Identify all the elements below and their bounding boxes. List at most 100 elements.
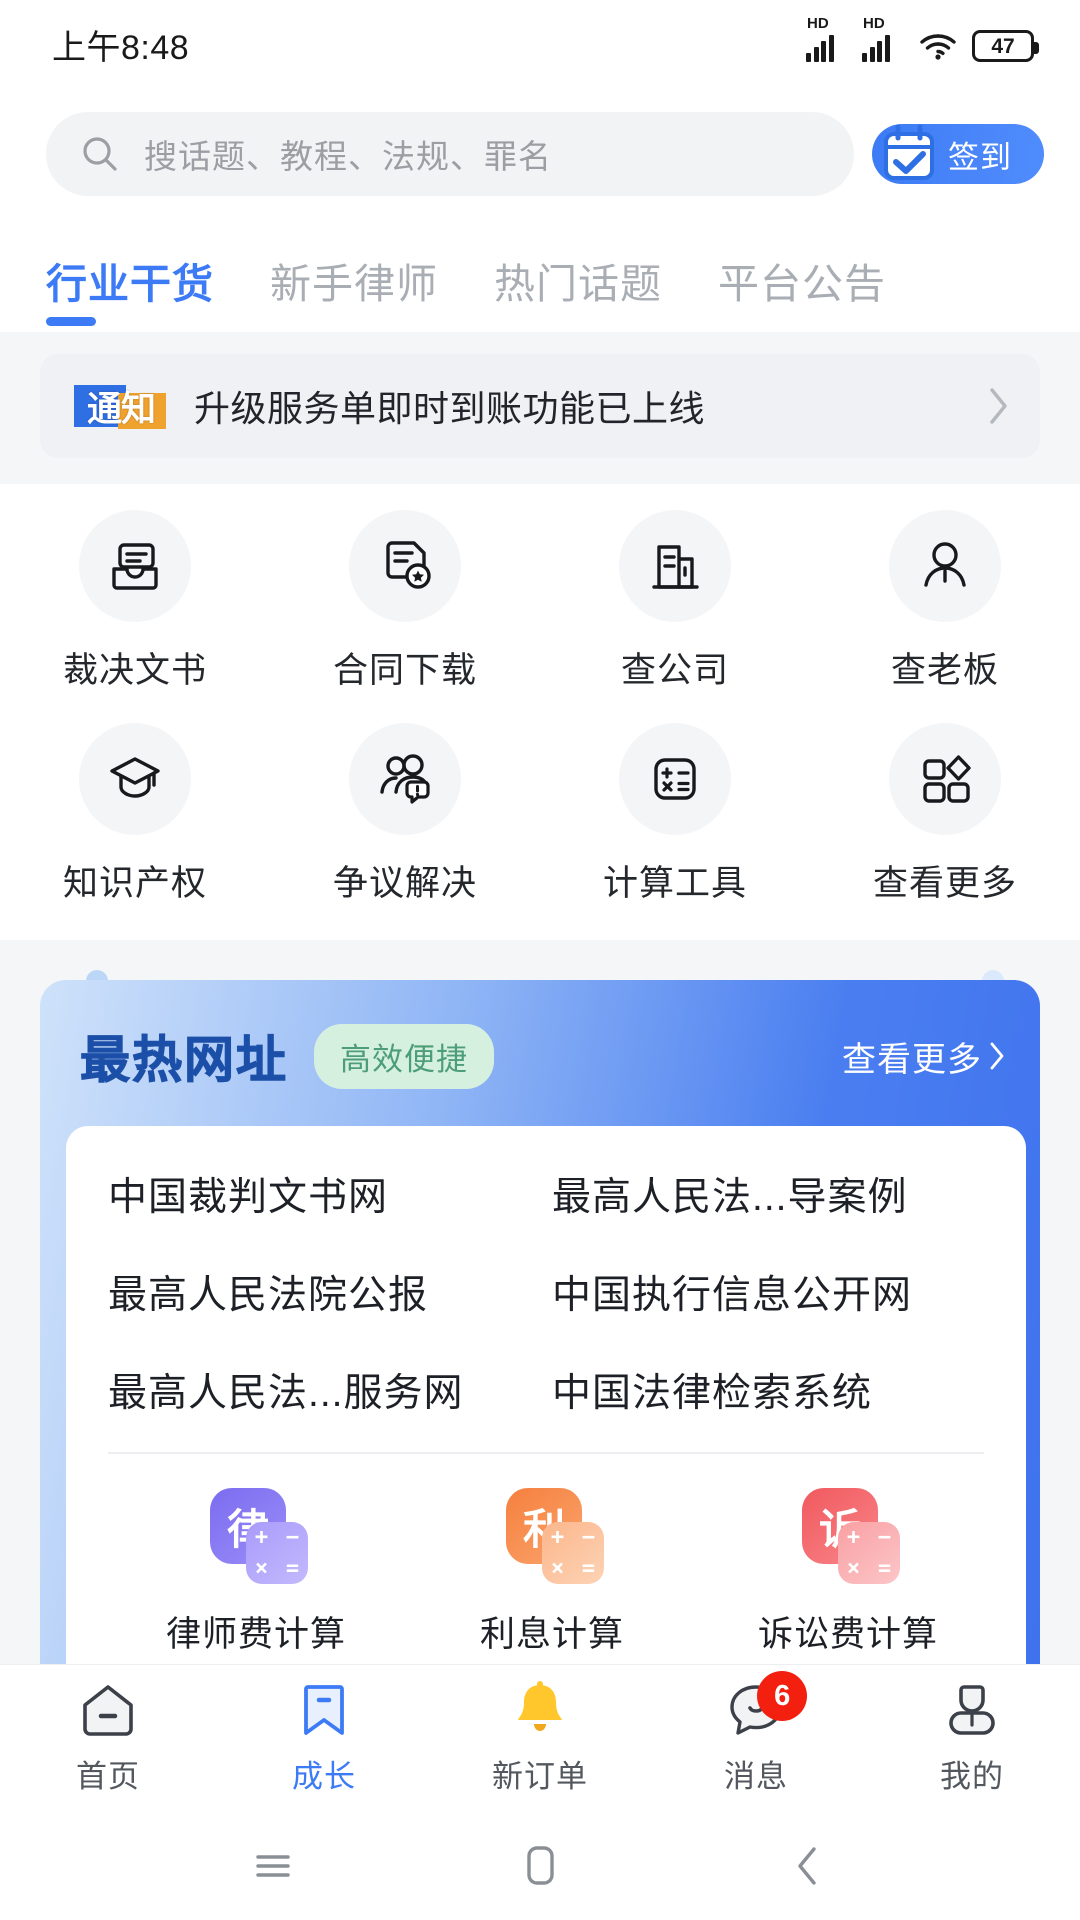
bottom-nav-profile[interactable]: 我的 (864, 1681, 1080, 1796)
bottom-nav-label: 成长 (292, 1759, 356, 1794)
home-icon (78, 1681, 138, 1739)
graduation-cap-icon (79, 723, 191, 835)
hot-site-link[interactable]: 最高人民法...服务网 (108, 1362, 552, 1418)
building-icon (619, 510, 731, 622)
quick-action-label: 查公司 (620, 651, 729, 690)
notice-banner[interactable]: 通知 升级服务单即时到账功能已上线 (40, 354, 1040, 458)
people-alert-icon (349, 723, 461, 835)
quick-action-judgment-documents[interactable]: 裁决文书 (0, 510, 270, 693)
category-tabs: 行业干货 新手律师 热门话题 平台公告 (0, 216, 1080, 332)
tab-new-lawyer[interactable]: 新手律师 (270, 250, 438, 332)
chevron-right-icon (990, 388, 1007, 424)
hot-site-link[interactable]: 中国执行信息公开网 (552, 1264, 996, 1320)
hot-sites-tag: 高效便捷 (314, 1023, 494, 1089)
quick-action-company-lookup[interactable]: 查公司 (540, 510, 810, 693)
status-icon-group: HD HD 47 (806, 16, 1039, 62)
quick-action-label: 合同下载 (332, 651, 477, 690)
bottom-nav-label: 新订单 (492, 1759, 588, 1794)
chevron-right-icon (990, 1042, 1004, 1070)
grid-apps-icon (889, 723, 1001, 835)
quick-action-contract-download[interactable]: 合同下载 (270, 510, 540, 693)
bookmark-icon (294, 1681, 354, 1739)
calculator-label: 律师费计算 (165, 1615, 346, 1654)
back-chevron-icon[interactable] (777, 1838, 837, 1894)
bell-icon (510, 1681, 570, 1739)
document-star-icon (349, 510, 461, 622)
quick-action-boss-lookup[interactable]: 查老板 (810, 510, 1080, 693)
calculator-litigation-fee[interactable]: 诉 +− ×= 诉讼费计算 (700, 1488, 996, 1657)
quick-action-label: 计算工具 (602, 864, 747, 903)
calculator-tools: 律 +− ×= 律师费计算 利 +− ×= (108, 1454, 996, 1657)
view-more-label: 查看更多 (842, 1040, 982, 1079)
quick-actions-grid: 裁决文书 合同下载 查公司 查老板 知识产权 争议解决 计算工具 查看更多 (0, 510, 1080, 906)
search-placeholder: 搜话题、教程、法规、罪名 (144, 138, 552, 175)
wifi-icon (920, 34, 956, 60)
calc-mini-pad: + − × = (838, 1522, 900, 1584)
bottom-nav-messages[interactable]: 6 消息 (648, 1671, 864, 1796)
calculator-label: 利息计算 (479, 1615, 624, 1654)
tab-industry-insights[interactable]: 行业干货 (46, 250, 214, 332)
recents-menu-icon[interactable] (243, 1838, 303, 1894)
signal-hd-2-icon: HD (862, 16, 904, 62)
sign-in-button[interactable]: 签到 (872, 124, 1044, 184)
search-row: 搜话题、教程、法规、罪名 签到 (0, 88, 1080, 216)
quick-action-label: 裁决文书 (62, 651, 207, 690)
lawyer-fee-calculator-icon: 律 +− ×= (204, 1488, 308, 1588)
bottom-nav-label: 首页 (76, 1759, 140, 1794)
sign-in-label: 签到 (948, 139, 1012, 175)
calendar-check-icon (884, 124, 934, 180)
hot-site-link[interactable]: 最高人民法院公报 (108, 1264, 552, 1320)
quick-action-intellectual-property[interactable]: 知识产权 (0, 723, 270, 906)
litigation-fee-calculator-icon: 诉 +− ×= (796, 1488, 900, 1588)
battery-icon: 47 (972, 30, 1039, 62)
quick-action-label: 查看更多 (872, 864, 1017, 903)
hot-sites-view-more-button[interactable]: 查看更多 (842, 1032, 1006, 1081)
quick-action-label: 争议解决 (332, 864, 477, 903)
calculator-interest[interactable]: 利 +− ×= 利息计算 (404, 1488, 700, 1657)
tab-label: 行业干货 (46, 261, 214, 307)
quick-action-dispute-resolution[interactable]: 争议解决 (270, 723, 540, 906)
quick-action-view-more[interactable]: 查看更多 (810, 723, 1080, 906)
notice-text: 升级服务单即时到账功能已上线 (194, 388, 706, 429)
bottom-nav-label: 消息 (724, 1759, 788, 1794)
tab-platform-announcements[interactable]: 平台公告 (718, 250, 886, 332)
bottom-nav-growth[interactable]: 成长 (216, 1681, 432, 1796)
profile-icon (942, 1681, 1002, 1739)
bottom-nav-new-orders[interactable]: 新订单 (432, 1681, 648, 1796)
quick-action-label: 知识产权 (62, 864, 207, 903)
tab-hot-topics[interactable]: 热门话题 (494, 250, 662, 332)
interest-calculator-icon: 利 +− ×= (500, 1488, 604, 1588)
calculator-lawyer-fee[interactable]: 律 +− ×= 律师费计算 (108, 1488, 404, 1657)
document-inbox-icon (79, 510, 191, 622)
status-bar: 上午8:48 HD HD 47 (0, 0, 1080, 88)
hot-sites-header: 最热网址 高效便捷 查看更多 (40, 980, 1040, 1126)
home-square-icon[interactable] (510, 1838, 570, 1894)
tab-label: 新手律师 (270, 261, 438, 307)
battery-percent: 47 (991, 34, 1015, 58)
bottom-nav-home[interactable]: 首页 (0, 1681, 216, 1796)
bottom-nav-label: 我的 (940, 1759, 1004, 1794)
hd-label-1: HD (807, 15, 829, 32)
hot-sites-links: 中国裁判文书网 最高人民法...导案例 最高人民法院公报 中国执行信息公开网 最… (108, 1166, 996, 1418)
calculator-label: 诉讼费计算 (757, 1615, 938, 1654)
status-time: 上午8:48 (52, 28, 190, 67)
hot-site-link[interactable]: 中国裁判文书网 (108, 1166, 552, 1222)
notice-badge-icon: 通知 (74, 381, 168, 431)
hd-label-2: HD (863, 15, 885, 32)
bottom-navigation-bar: 首页 成长 新订单 6 消息 我的 (0, 1664, 1080, 1812)
notice-badge-label: 通知 (86, 389, 156, 430)
hot-sites-section: 最热网址 高效便捷 查看更多 中国裁判文书网 最高人民法...导案例 最高人民法… (0, 940, 1080, 1709)
hot-site-link[interactable]: 最高人民法...导案例 (552, 1166, 996, 1222)
calc-mini-pad: + − × = (542, 1522, 604, 1584)
search-input[interactable]: 搜话题、教程、法规、罪名 (46, 112, 854, 196)
hot-sites-body: 中国裁判文书网 最高人民法...导案例 最高人民法院公报 中国执行信息公开网 最… (66, 1126, 1026, 1691)
android-navigation-bar (0, 1812, 1080, 1920)
tab-label: 平台公告 (718, 261, 886, 307)
search-icon (83, 137, 117, 171)
quick-actions-section: 裁决文书 合同下载 查公司 查老板 知识产权 争议解决 计算工具 查看更多 (0, 484, 1080, 940)
hot-site-link[interactable]: 中国法律检索系统 (552, 1362, 996, 1418)
signal-hd-1-icon: HD (806, 16, 848, 62)
quick-action-calculation-tools[interactable]: 计算工具 (540, 723, 810, 906)
quick-action-label: 查老板 (890, 651, 999, 690)
message-badge: 6 (757, 1671, 808, 1721)
